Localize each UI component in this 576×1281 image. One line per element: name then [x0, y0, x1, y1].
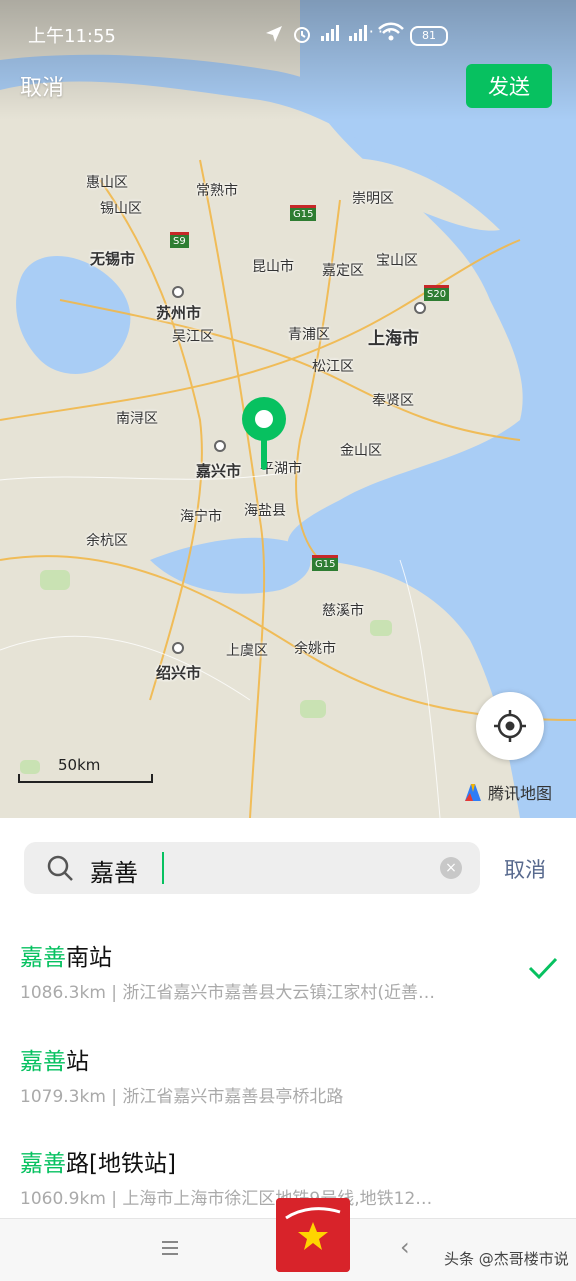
search-box[interactable]: 嘉善 ×	[24, 842, 480, 894]
clear-icon[interactable]: ×	[440, 857, 462, 879]
location-arrow-icon	[266, 26, 282, 42]
map-place-label: 余姚市	[294, 641, 336, 657]
map-place-label: 昆山市	[252, 259, 294, 275]
map-place-label: 崇明区	[352, 191, 394, 207]
search-panel: 嘉善 × 取消 嘉善南站 1086.3km | 浙江省嘉兴市嘉善县大云镇江家村(…	[0, 818, 576, 1218]
locate-button[interactable]	[476, 692, 544, 760]
battery-indicator: 81	[410, 26, 448, 46]
result-item-2[interactable]: 嘉善站 1079.3km | 浙江省嘉兴市嘉善县亭桥北路	[20, 1042, 556, 1107]
text-caret	[162, 852, 164, 884]
send-button[interactable]: 发送	[466, 64, 552, 108]
map-place-label: 慈溪市	[322, 603, 364, 619]
search-cancel-button[interactable]: 取消	[504, 854, 546, 884]
map-place-label: 奉贤区	[372, 393, 414, 409]
result-subtitle: 1060.9km | 上海市上海市徐汇区地铁9号线,地铁12…	[20, 1189, 433, 1209]
map-place-label: 青浦区	[288, 327, 330, 343]
map-provider-logo: 腾讯地图	[462, 780, 552, 804]
watermark-text: 头条 @杰哥楼市说	[444, 1250, 569, 1268]
menu-icon[interactable]	[160, 1239, 180, 1257]
map-place-label: 嘉兴市	[196, 462, 242, 480]
map-place-label: 锡山区	[100, 201, 142, 217]
map-place-label: 南浔区	[116, 411, 158, 427]
map-provider-label: 腾讯地图	[488, 784, 553, 803]
map-place-label: 海宁市	[180, 509, 222, 525]
back-icon[interactable]: ‹	[400, 1233, 410, 1261]
map-place-label: 常熟市	[196, 183, 238, 199]
cancel-button[interactable]: 取消	[20, 70, 64, 102]
map-place-label: 金山区	[340, 443, 382, 459]
jiaxing-dot	[214, 440, 226, 452]
result-item-1[interactable]: 嘉善南站 1086.3km | 浙江省嘉兴市嘉善县大云镇江家村(近善…	[20, 938, 556, 1003]
alarm-icon	[294, 27, 310, 43]
map-place-label: 上虞区	[226, 643, 268, 659]
highway-shield: G15	[290, 205, 317, 221]
map-place-label: 苏州市	[156, 304, 202, 322]
map-place-label: 嘉定区	[322, 263, 364, 279]
location-pin-icon[interactable]	[241, 396, 287, 472]
map-place-label: 宝山区	[376, 253, 418, 269]
tencent-map-icon	[465, 784, 481, 801]
highway-shield: G15	[312, 555, 339, 571]
scale-label: 50km	[58, 756, 101, 774]
shaoxing-dot	[172, 642, 184, 654]
shanghai-dot	[414, 302, 426, 314]
wifi-icon	[378, 22, 404, 41]
scale-bar: 50km	[18, 756, 158, 792]
search-input[interactable]: 嘉善	[90, 853, 138, 888]
highway-shield: S9	[170, 232, 189, 248]
result-title: 嘉善路[地铁站]	[20, 1151, 176, 1177]
map-place-label: 上海市	[368, 329, 419, 349]
map-base	[0, 0, 576, 818]
result-subtitle: 1079.3km | 浙江省嘉兴市嘉善县亭桥北路	[20, 1087, 344, 1107]
map-place-label: 无锡市	[90, 250, 136, 268]
status-bar: 上午11:55 ··· 81	[0, 0, 576, 70]
result-subtitle: 1086.3km | 浙江省嘉兴市嘉善县大云镇江家村(近善…	[20, 983, 436, 1003]
checkmark-icon	[528, 957, 558, 980]
status-time: 上午11:55	[28, 26, 116, 47]
map-place-label: 惠山区	[86, 175, 128, 191]
signal-icon-1	[321, 25, 339, 41]
map-place-label: 余杭区	[86, 533, 128, 549]
result-title: 嘉善南站	[20, 945, 112, 971]
map-place-label: 吴江区	[172, 329, 214, 345]
map-place-label: 绍兴市	[156, 664, 202, 682]
watermark-logo	[276, 1198, 350, 1272]
map-place-label: 松江区	[312, 359, 354, 375]
signal-icon-2	[349, 25, 367, 41]
suzhou-dot	[172, 286, 184, 298]
result-title: 嘉善站	[20, 1049, 89, 1075]
crosshair-icon	[494, 710, 526, 742]
map-view[interactable]: 惠山区常熟市锡山区 崇明区无锡市昆山市 嘉定区 宝山区苏州市吴江区 青浦区 上海市 松江区奉…	[0, 0, 576, 818]
highway-shield: S20	[424, 285, 450, 301]
search-icon	[47, 855, 73, 881]
map-place-label: 海盐县	[244, 503, 286, 519]
